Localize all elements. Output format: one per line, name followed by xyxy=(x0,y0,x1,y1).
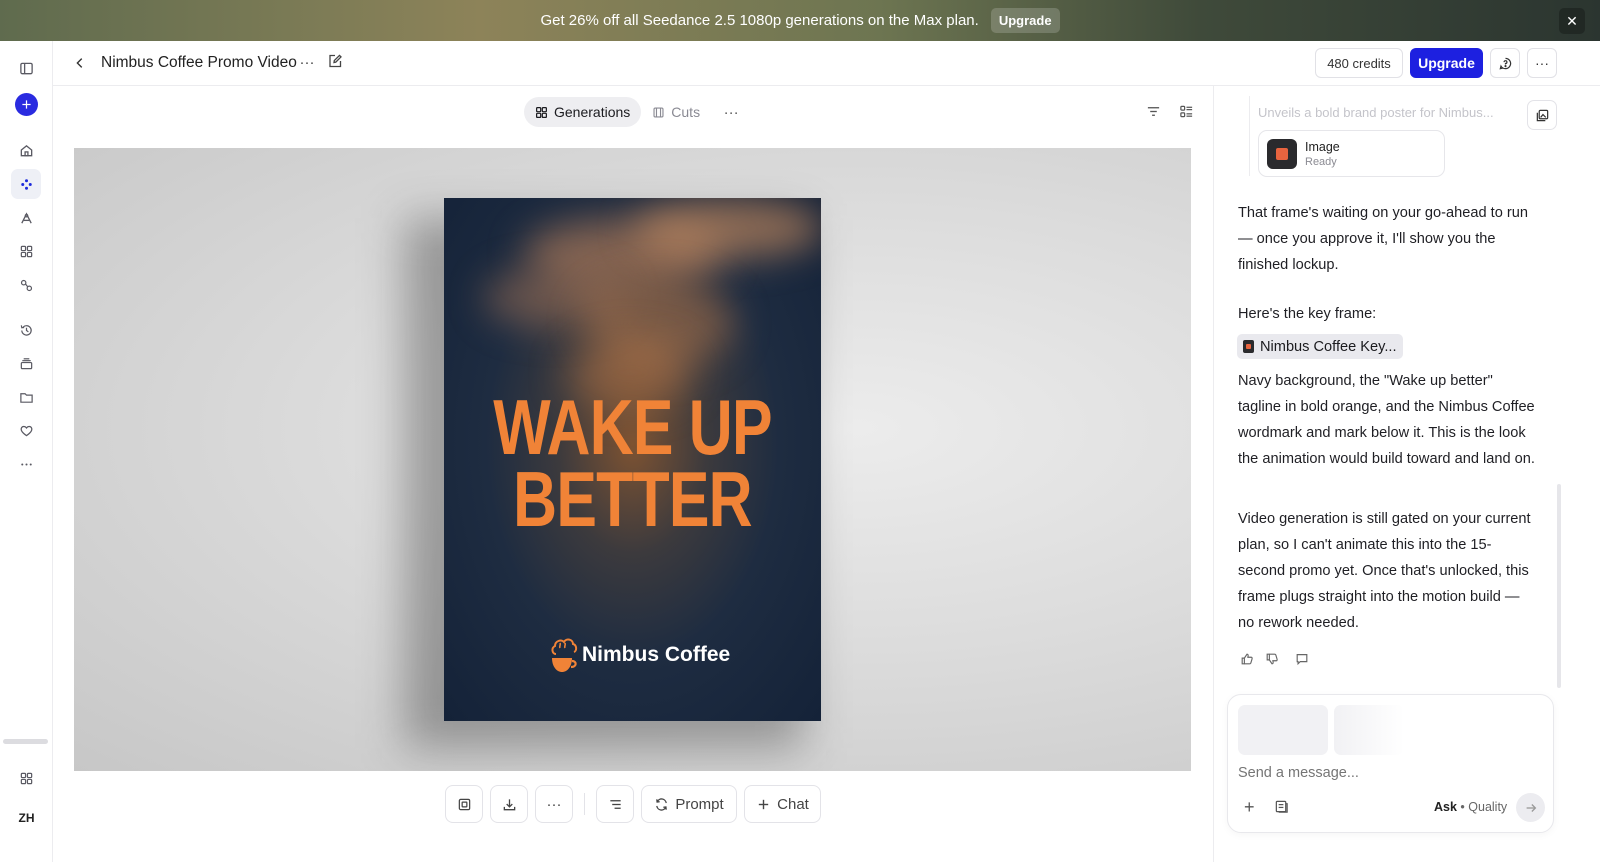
message-input[interactable] xyxy=(1238,765,1538,781)
grid-icon xyxy=(536,106,547,118)
comment-icon[interactable] xyxy=(1295,652,1311,668)
assistant-message-4: Video generation is still gated on your … xyxy=(1238,511,1531,631)
feedback-icon[interactable] xyxy=(1490,48,1520,78)
prompt-button[interactable]: Prompt xyxy=(641,785,737,823)
coffee-cup-icon xyxy=(551,638,578,672)
attachment-placeholder[interactable] xyxy=(1334,705,1404,755)
send-button[interactable] xyxy=(1516,793,1545,822)
banner-upgrade-button[interactable]: Upgrade xyxy=(990,8,1060,33)
frame-icon[interactable] xyxy=(445,785,483,823)
key-frame-chip[interactable]: Nimbus Coffee Key... xyxy=(1237,334,1403,359)
assistant-message-2: Here's the key frame: xyxy=(1238,306,1377,322)
credits-badge[interactable]: 480 credits xyxy=(1315,48,1403,78)
mode-separator: • xyxy=(1456,800,1469,814)
title-more-button[interactable]: ··· xyxy=(297,51,317,73)
promo-banner: Get 26% off all Seedance 2.5 1080p gener… xyxy=(0,0,1600,41)
chevron-left-icon[interactable] xyxy=(71,53,89,73)
create-icon[interactable] xyxy=(11,169,41,199)
tab-cuts-label: Cuts xyxy=(671,104,701,120)
home-icon[interactable] xyxy=(11,135,41,165)
view-tabs: Generations Cuts ··· xyxy=(524,97,743,127)
history-icon[interactable] xyxy=(11,315,41,345)
image-result-card[interactable]: Image Ready xyxy=(1258,130,1445,177)
poster-brand: Nimbus Coffee xyxy=(548,634,730,676)
generated-poster-image[interactable]: WAKE UP BETTER Nimbus Coffee xyxy=(444,198,821,721)
heart-icon[interactable] xyxy=(11,415,41,445)
more-icon[interactable] xyxy=(11,449,41,479)
list-view-icon[interactable] xyxy=(1178,103,1195,120)
language-toggle[interactable]: ZH xyxy=(0,811,53,825)
quality-label: Quality xyxy=(1468,800,1508,814)
assistant-message-1: That frame's waiting on your go-ahead to… xyxy=(1238,205,1528,273)
poster-brand-name: Nimbus Coffee xyxy=(582,643,731,666)
tab-generations-label: Generations xyxy=(554,104,631,120)
tab-cuts[interactable]: Cuts xyxy=(641,97,711,127)
apps-icon[interactable] xyxy=(11,236,41,266)
chip-thumbnail xyxy=(1243,340,1254,353)
plus-icon[interactable]: + xyxy=(1244,798,1260,816)
stack-icon[interactable] xyxy=(11,348,41,378)
more-actions-button[interactable]: ··· xyxy=(535,785,573,823)
overflow-menu-button[interactable]: ··· xyxy=(1527,48,1557,78)
thread-line xyxy=(1249,96,1250,176)
chat-label: Chat xyxy=(777,795,809,813)
edit-icon[interactable] xyxy=(327,53,345,71)
folder-icon[interactable] xyxy=(11,382,41,412)
close-icon[interactable]: ✕ xyxy=(1559,8,1585,34)
poster-headline-line2: BETTER xyxy=(513,455,752,543)
arrow-right-icon xyxy=(1526,803,1536,812)
view-options xyxy=(1145,103,1195,120)
context-icon[interactable] xyxy=(1274,799,1290,815)
sidebar-toggle-icon[interactable] xyxy=(11,53,41,83)
thumbs-down-icon[interactable] xyxy=(1265,652,1281,668)
refresh-icon xyxy=(656,797,668,811)
rail-scrollbar[interactable] xyxy=(3,739,48,744)
tab-generations[interactable]: Generations xyxy=(524,97,642,127)
film-icon xyxy=(653,106,664,118)
faded-step-text: Unveils a bold brand poster for Nimbus..… xyxy=(1258,105,1494,120)
more-actions-label: ··· xyxy=(546,795,562,813)
plus-icon xyxy=(758,799,769,809)
left-rail: ZH xyxy=(0,41,53,862)
message-composer: + Ask • Quality xyxy=(1227,694,1554,833)
project-title[interactable]: Nimbus Coffee Promo Video xyxy=(101,54,297,72)
draw-icon[interactable] xyxy=(11,203,41,233)
grid-icon[interactable] xyxy=(11,763,41,793)
panel-scrollbar[interactable] xyxy=(1557,484,1561,688)
card-status: Ready xyxy=(1305,156,1337,168)
filter-icon[interactable] xyxy=(1145,103,1162,120)
top-bar: Nimbus Coffee Promo Video ··· 480 credit… xyxy=(53,41,1600,86)
mode-selector[interactable]: Ask • Quality xyxy=(1434,800,1507,814)
card-title: Image xyxy=(1305,140,1340,154)
toolbar-divider xyxy=(584,793,585,815)
chat-button[interactable]: Chat xyxy=(744,785,821,823)
gallery-icon[interactable] xyxy=(1527,100,1557,130)
thumbs-up-icon[interactable] xyxy=(1240,652,1256,668)
download-icon[interactable] xyxy=(490,785,528,823)
chip-label: Nimbus Coffee Key... xyxy=(1260,338,1397,355)
banner-text: Get 26% off all Seedance 2.5 1080p gener… xyxy=(540,12,979,29)
assistant-message-3: Navy background, the "Wake up better" ta… xyxy=(1238,373,1535,467)
image-thumbnail xyxy=(1267,139,1297,169)
align-icon[interactable] xyxy=(596,785,634,823)
preview-canvas[interactable]: WAKE UP BETTER Nimbus Coffee xyxy=(74,148,1191,771)
new-project-button[interactable] xyxy=(15,93,38,116)
prompt-label: Prompt xyxy=(675,795,724,813)
tabs-more-button[interactable]: ··· xyxy=(719,104,743,121)
smoke-shape xyxy=(634,198,821,258)
attachment-placeholder[interactable] xyxy=(1238,705,1328,755)
nodes-icon[interactable] xyxy=(11,270,41,300)
upgrade-button[interactable]: Upgrade xyxy=(1410,48,1483,78)
mode-label: Ask xyxy=(1434,800,1457,814)
